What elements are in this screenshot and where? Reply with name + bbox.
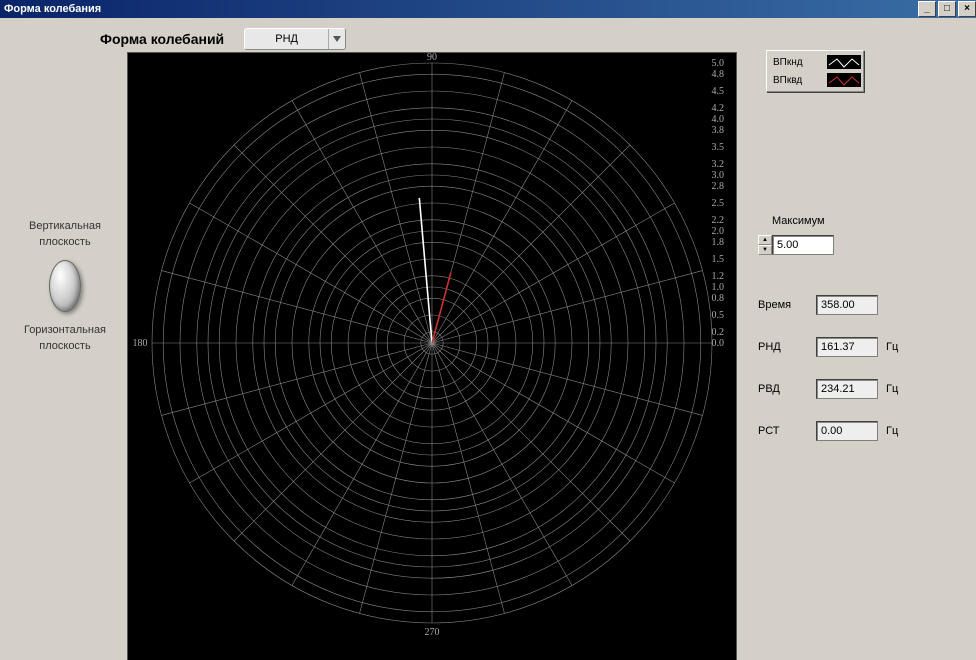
svg-text:5.0: 5.0	[712, 58, 725, 69]
plane-toggle-knob[interactable]	[49, 260, 81, 312]
time-value: 358.00	[816, 295, 878, 315]
vertical-plane-label-1: Вертикальная	[10, 220, 120, 232]
rnd-label: РНД	[758, 341, 808, 353]
svg-text:0.0: 0.0	[712, 338, 725, 349]
svg-text:180: 180	[133, 338, 148, 349]
svg-text:1.5: 1.5	[712, 254, 725, 265]
window-title: Форма колебания	[4, 0, 101, 18]
svg-text:2.2: 2.2	[712, 215, 725, 226]
svg-text:2.5: 2.5	[712, 198, 725, 209]
rnd-value: 161.37	[816, 337, 878, 357]
svg-text:4.0: 4.0	[712, 114, 725, 125]
time-label: Время	[758, 299, 808, 311]
vertical-plane-label-2: плоскость	[10, 236, 120, 248]
legend-item: ВПквд	[769, 71, 861, 89]
window-titlebar: Форма колебания _ □ ×	[0, 0, 976, 18]
legend-item: ВПкнд	[769, 53, 861, 71]
legend: ВПкнд ВПквд	[766, 50, 864, 92]
max-input[interactable]: 5.00	[772, 235, 834, 255]
svg-text:1.8: 1.8	[712, 237, 725, 248]
rst-value: 0.00	[816, 421, 878, 441]
max-spin-down[interactable]: ▼	[758, 245, 772, 255]
svg-text:3.2: 3.2	[712, 159, 725, 170]
svg-text:0.5: 0.5	[712, 310, 725, 321]
rvd-unit: Гц	[886, 383, 910, 395]
rvd-label: РВД	[758, 383, 808, 395]
minimize-button[interactable]: _	[918, 1, 936, 17]
svg-text:2.0: 2.0	[712, 226, 725, 237]
svg-text:1.2: 1.2	[712, 271, 725, 282]
polar-plot: 90 270 180 0.00.2 0.5 0.81.01.2 1.5 1.82.02.2 2.…	[127, 52, 737, 660]
max-spin-up[interactable]: ▲	[758, 235, 772, 245]
max-label: Максимум	[758, 215, 825, 227]
svg-text:4.5: 4.5	[712, 86, 725, 97]
svg-text:0.8: 0.8	[712, 293, 725, 304]
horizontal-plane-label-2: плоскость	[10, 340, 120, 352]
mode-selector[interactable]: РНД	[244, 28, 346, 50]
close-button[interactable]: ×	[958, 1, 976, 17]
rst-unit: Гц	[886, 425, 910, 437]
mode-selector-value: РНД	[245, 33, 328, 45]
svg-text:270: 270	[425, 627, 440, 638]
svg-text:1.0: 1.0	[712, 282, 725, 293]
svg-text:3.5: 3.5	[712, 142, 725, 153]
svg-text:4.8: 4.8	[712, 69, 725, 80]
svg-text:4.2: 4.2	[712, 103, 725, 114]
legend-swatch-1	[827, 55, 861, 69]
maximize-button[interactable]: □	[938, 1, 956, 17]
page-title: Форма колебаний	[100, 31, 224, 47]
svg-text:2.8: 2.8	[712, 181, 725, 192]
legend-item-label: ВПкнд	[769, 57, 827, 68]
rnd-unit: Гц	[886, 341, 910, 353]
rvd-value: 234.21	[816, 379, 878, 399]
horizontal-plane-label-1: Горизонтальная	[10, 324, 120, 336]
legend-item-label: ВПквд	[769, 75, 827, 86]
svg-text:3.0: 3.0	[712, 170, 725, 181]
rst-label: РСТ	[758, 425, 808, 437]
svg-text:0.2: 0.2	[712, 327, 725, 338]
chevron-down-icon	[328, 29, 345, 49]
svg-text:3.8: 3.8	[712, 125, 725, 136]
svg-text:90: 90	[427, 53, 437, 63]
legend-swatch-2	[827, 73, 861, 87]
